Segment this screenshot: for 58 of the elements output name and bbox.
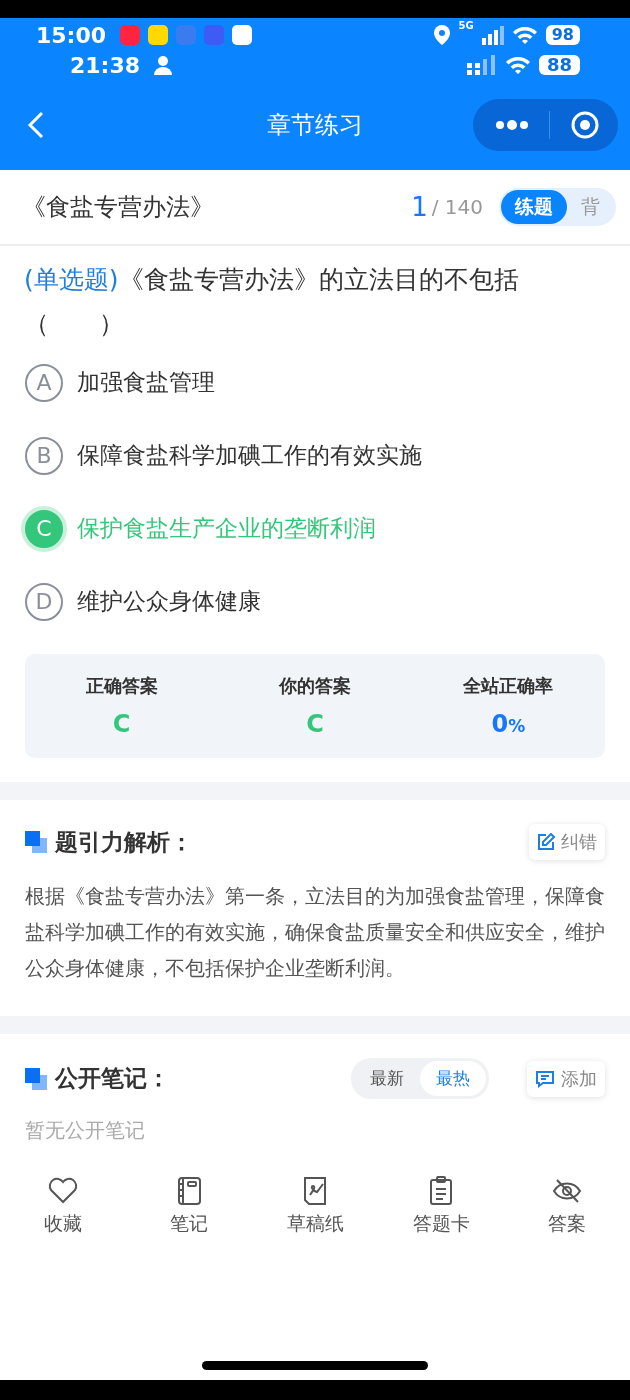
stat-value: C [112, 710, 131, 738]
wifi-icon [504, 55, 531, 75]
battery-level: 98 [545, 25, 580, 45]
option-letter[interactable]: D [25, 582, 63, 621]
bottom-nav-item[interactable]: 收藏 [8, 1175, 118, 1237]
stat-value: 0% [491, 710, 526, 738]
app-icon [120, 25, 141, 45]
bottom-nav-item[interactable]: 答题卡 [386, 1175, 496, 1237]
battery-level: 88 [538, 55, 580, 75]
section-title: 公开笔记： [55, 1064, 170, 1093]
option-text[interactable]: 加强食盐管理 [77, 367, 215, 398]
stat-label: 你的答案 [279, 674, 351, 698]
capsule-menu[interactable] [473, 99, 618, 151]
empty-notes-text: 暂无公开笔记 [25, 1117, 146, 1144]
status-time: 21:38 [70, 52, 141, 78]
wifi-icon [511, 25, 538, 45]
add-note-button[interactable]: 添加 [527, 1060, 605, 1097]
stat-label: 全站正确率 [463, 674, 554, 698]
analysis-text: 根据《食盐专营办法》第一条，立法目的为加强食盐管理，保障食盐科学加碘工作的有效实施，确保食盐质量安全和供应安全，维护公众身体健康，不包括保护企业垄断利润。 [25, 883, 606, 982]
app-icon [204, 25, 225, 45]
page-title: 章节练习 [266, 110, 364, 141]
status-time: 15:00 [36, 22, 107, 48]
chapter-title: 《食盐专营办法》 [22, 192, 214, 223]
edit-icon [537, 833, 555, 851]
bottom-nav-item[interactable]: 草稿纸 [260, 1175, 370, 1237]
option-letter[interactable]: C [25, 509, 63, 548]
back-icon[interactable] [26, 110, 46, 140]
section-title: 题引力解析： [55, 827, 193, 857]
signal-icon [466, 55, 497, 75]
app-icon [232, 25, 253, 45]
stat-label: 正确答案 [85, 674, 158, 698]
comment-icon [535, 1069, 555, 1088]
report-error-button[interactable]: 纠错 [529, 824, 605, 860]
network-label: 5G [458, 20, 474, 31]
signal-icon [481, 25, 504, 45]
location-icon [432, 24, 451, 46]
stat-value: C [306, 710, 324, 738]
option-text[interactable]: 维护公众身体健康 [77, 586, 261, 617]
more-icon[interactable] [495, 120, 529, 130]
question-number: 1 [411, 192, 428, 222]
question-text: (单选题)《食盐专营办法》的立法目的不包括（ ） [24, 264, 520, 340]
option-letter[interactable]: B [25, 436, 63, 475]
bottom-nav-item[interactable]: 笔记 [134, 1175, 244, 1237]
bottom-nav-item[interactable]: 答案 [512, 1175, 622, 1237]
sort-tab[interactable]: 最新 [354, 1061, 420, 1096]
option-letter[interactable]: A [25, 363, 63, 402]
app-icon [148, 25, 169, 45]
section-icon [25, 831, 47, 853]
sort-tab[interactable]: 最热 [420, 1061, 486, 1096]
close-icon[interactable] [570, 110, 600, 140]
question-total: / 140 [431, 195, 483, 219]
section-icon [25, 1067, 47, 1090]
mode-tab[interactable]: 背 [567, 190, 614, 224]
option-text[interactable]: 保护食盐生产企业的垄断利润 [77, 513, 376, 544]
mode-tab[interactable]: 练题 [501, 190, 567, 224]
option-text[interactable]: 保障食盐科学加碘工作的有效实施 [77, 440, 422, 471]
app-icon [176, 25, 197, 45]
person-icon [154, 55, 173, 75]
